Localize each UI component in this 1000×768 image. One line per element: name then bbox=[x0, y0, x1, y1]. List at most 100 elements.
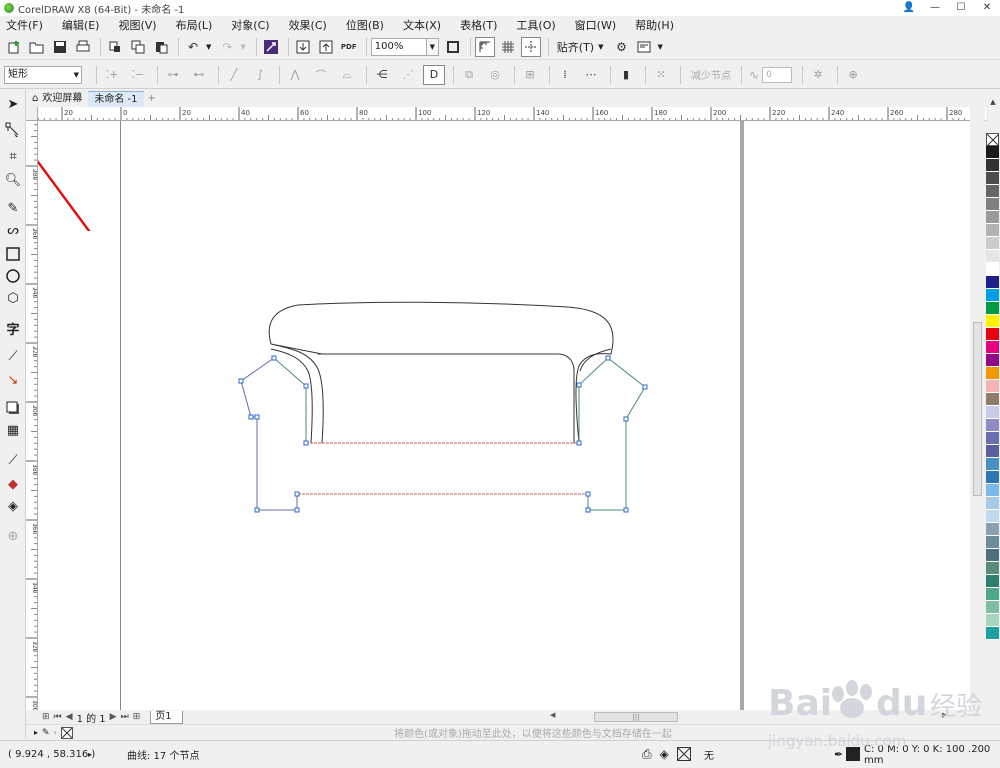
color-swatch[interactable] bbox=[986, 302, 999, 315]
no-fill-swatch-icon[interactable] bbox=[60, 726, 73, 739]
first-page-icon[interactable]: ⏮ bbox=[54, 712, 62, 722]
palette-arrow-icon[interactable]: ▸ bbox=[34, 728, 38, 737]
menu-text[interactable]: 文本(X) bbox=[403, 17, 441, 33]
cut-icon[interactable] bbox=[105, 37, 125, 57]
add-tool-icon[interactable]: ⊕ bbox=[3, 526, 23, 546]
open-folder-icon[interactable] bbox=[27, 37, 47, 57]
color-swatch[interactable] bbox=[986, 393, 999, 406]
close-curve-icon[interactable]: D bbox=[423, 64, 445, 85]
export-icon[interactable] bbox=[316, 37, 336, 57]
save-icon[interactable] bbox=[50, 37, 70, 57]
shape-tool-icon[interactable] bbox=[3, 120, 23, 140]
color-swatch[interactable] bbox=[986, 341, 999, 354]
previous-page-icon[interactable]: ◀ bbox=[66, 712, 73, 722]
reverse-direction-icon[interactable]: ⋲ bbox=[371, 65, 393, 85]
quick-customize-icon[interactable]: ⊕ bbox=[842, 65, 864, 85]
color-swatch[interactable] bbox=[986, 484, 999, 497]
color-swatch[interactable] bbox=[986, 315, 999, 328]
color-swatch[interactable] bbox=[986, 159, 999, 172]
tab-document[interactable]: 未命名 -1 bbox=[88, 91, 144, 107]
select-all-nodes-icon[interactable]: ⁙ bbox=[650, 65, 672, 85]
color-swatch[interactable] bbox=[986, 185, 999, 198]
print-icon[interactable] bbox=[73, 37, 93, 57]
reduce-nodes-button[interactable]: 减少节点 bbox=[691, 67, 731, 82]
align-nodes-h-icon[interactable]: ⁞ bbox=[554, 65, 576, 85]
color-swatch[interactable] bbox=[986, 458, 999, 471]
scroll-right-icon[interactable]: ▶ bbox=[942, 711, 947, 719]
account-icon[interactable]: 👤 bbox=[896, 0, 922, 16]
smart-fill-tool-icon[interactable]: ◈ bbox=[3, 496, 23, 516]
maximize-button[interactable]: ☐ bbox=[948, 0, 974, 16]
rectangle-tool-icon[interactable] bbox=[3, 244, 23, 264]
publish-pdf-icon[interactable]: PDF bbox=[339, 37, 359, 57]
snap-dropdown-icon[interactable]: ▼ bbox=[598, 43, 603, 51]
drop-shadow-tool-icon[interactable] bbox=[3, 398, 23, 418]
color-swatch[interactable] bbox=[986, 523, 999, 536]
color-swatch[interactable] bbox=[986, 224, 999, 237]
color-swatch[interactable] bbox=[986, 549, 999, 562]
menu-help[interactable]: 帮助(H) bbox=[635, 17, 674, 33]
color-swatch[interactable] bbox=[986, 276, 999, 289]
color-swatch[interactable] bbox=[986, 432, 999, 445]
align-nodes-v-icon[interactable]: ⋯ bbox=[580, 65, 602, 85]
show-grid-icon[interactable] bbox=[498, 37, 518, 57]
menu-bitmaps[interactable]: 位图(B) bbox=[346, 17, 384, 33]
menu-edit[interactable]: 编辑(E) bbox=[62, 17, 100, 33]
menu-layout[interactable]: 布局(L) bbox=[176, 17, 213, 33]
no-color-swatch[interactable] bbox=[986, 133, 999, 146]
menu-file[interactable]: 文件(F) bbox=[6, 17, 43, 33]
page-tab-1[interactable]: 页1 bbox=[150, 710, 183, 724]
pick-tool-icon[interactable]: ➤ bbox=[3, 94, 23, 114]
redo-dropdown-icon[interactable]: ▼ bbox=[240, 43, 245, 51]
menu-table[interactable]: 表格(T) bbox=[460, 17, 497, 33]
ellipse-tool-icon[interactable] bbox=[3, 266, 23, 286]
text-tool-icon[interactable]: 字 bbox=[3, 318, 23, 338]
color-swatch[interactable] bbox=[986, 510, 999, 523]
color-swatch[interactable] bbox=[986, 406, 999, 419]
color-swatch[interactable] bbox=[986, 445, 999, 458]
color-swatch[interactable] bbox=[986, 588, 999, 601]
sofa-drawing[interactable] bbox=[38, 121, 970, 710]
undo-icon[interactable]: ↶ bbox=[183, 37, 203, 57]
color-swatch[interactable] bbox=[986, 289, 999, 302]
cusp-node-icon[interactable]: ⋀ bbox=[284, 65, 306, 85]
color-swatch[interactable] bbox=[986, 263, 999, 276]
stretch-nodes-icon[interactable]: ⊞ bbox=[519, 65, 541, 85]
convert-to-line-icon[interactable]: ╱ bbox=[223, 65, 245, 85]
vertical-scroll-thumb[interactable] bbox=[973, 322, 982, 496]
vertical-scrollbar[interactable] bbox=[970, 107, 985, 710]
new-document-icon[interactable] bbox=[4, 37, 24, 57]
launcher-dropdown-icon[interactable]: ▼ bbox=[657, 43, 662, 51]
transparency-tool-icon[interactable]: ▦ bbox=[3, 420, 23, 440]
show-guidelines-icon[interactable] bbox=[520, 36, 541, 57]
tab-welcome-screen[interactable]: ⌂ 欢迎屏幕 bbox=[26, 91, 89, 107]
fill-bucket-icon[interactable]: ◈ bbox=[660, 747, 669, 762]
color-swatch[interactable] bbox=[986, 419, 999, 432]
color-swatch[interactable] bbox=[986, 172, 999, 185]
scroll-left-icon[interactable]: ◀ bbox=[550, 711, 555, 719]
color-swatch[interactable] bbox=[986, 198, 999, 211]
extend-curve-icon[interactable]: ⋰ bbox=[397, 65, 419, 85]
color-eyedropper-tool-icon[interactable]: ⟋ bbox=[3, 450, 23, 470]
color-swatch[interactable] bbox=[986, 497, 999, 510]
snap-to-dropdown[interactable]: 贴齐(T) bbox=[557, 39, 594, 55]
extract-subpath-icon[interactable]: ⧉ bbox=[458, 65, 480, 85]
color-swatch[interactable] bbox=[986, 328, 999, 341]
symmetrical-node-icon[interactable]: ⌓ bbox=[336, 65, 358, 85]
artistic-media-tool-icon[interactable]: ᔕ bbox=[3, 220, 23, 240]
next-page-icon[interactable]: ▶ bbox=[110, 712, 117, 722]
add-page-after-icon[interactable]: ⊞ bbox=[133, 712, 141, 722]
color-swatch[interactable] bbox=[986, 354, 999, 367]
application-launcher-icon[interactable] bbox=[634, 37, 654, 57]
zoom-level-input[interactable]: 100% bbox=[370, 37, 427, 56]
color-swatch[interactable] bbox=[986, 627, 999, 640]
horizontal-scrollbar[interactable]: ◀ ||| ▶ bbox=[550, 710, 950, 724]
close-button[interactable]: ✕ bbox=[974, 0, 1000, 16]
color-swatch[interactable] bbox=[986, 250, 999, 263]
menu-effects[interactable]: 效果(C) bbox=[289, 17, 327, 33]
palette-scroll-up-icon[interactable]: ▲ bbox=[986, 98, 1000, 106]
menu-object[interactable]: 对象(C) bbox=[231, 17, 269, 33]
horizontal-scroll-thumb[interactable]: ||| bbox=[594, 712, 678, 722]
drawing-canvas[interactable] bbox=[38, 121, 970, 710]
color-swatch[interactable] bbox=[986, 471, 999, 484]
